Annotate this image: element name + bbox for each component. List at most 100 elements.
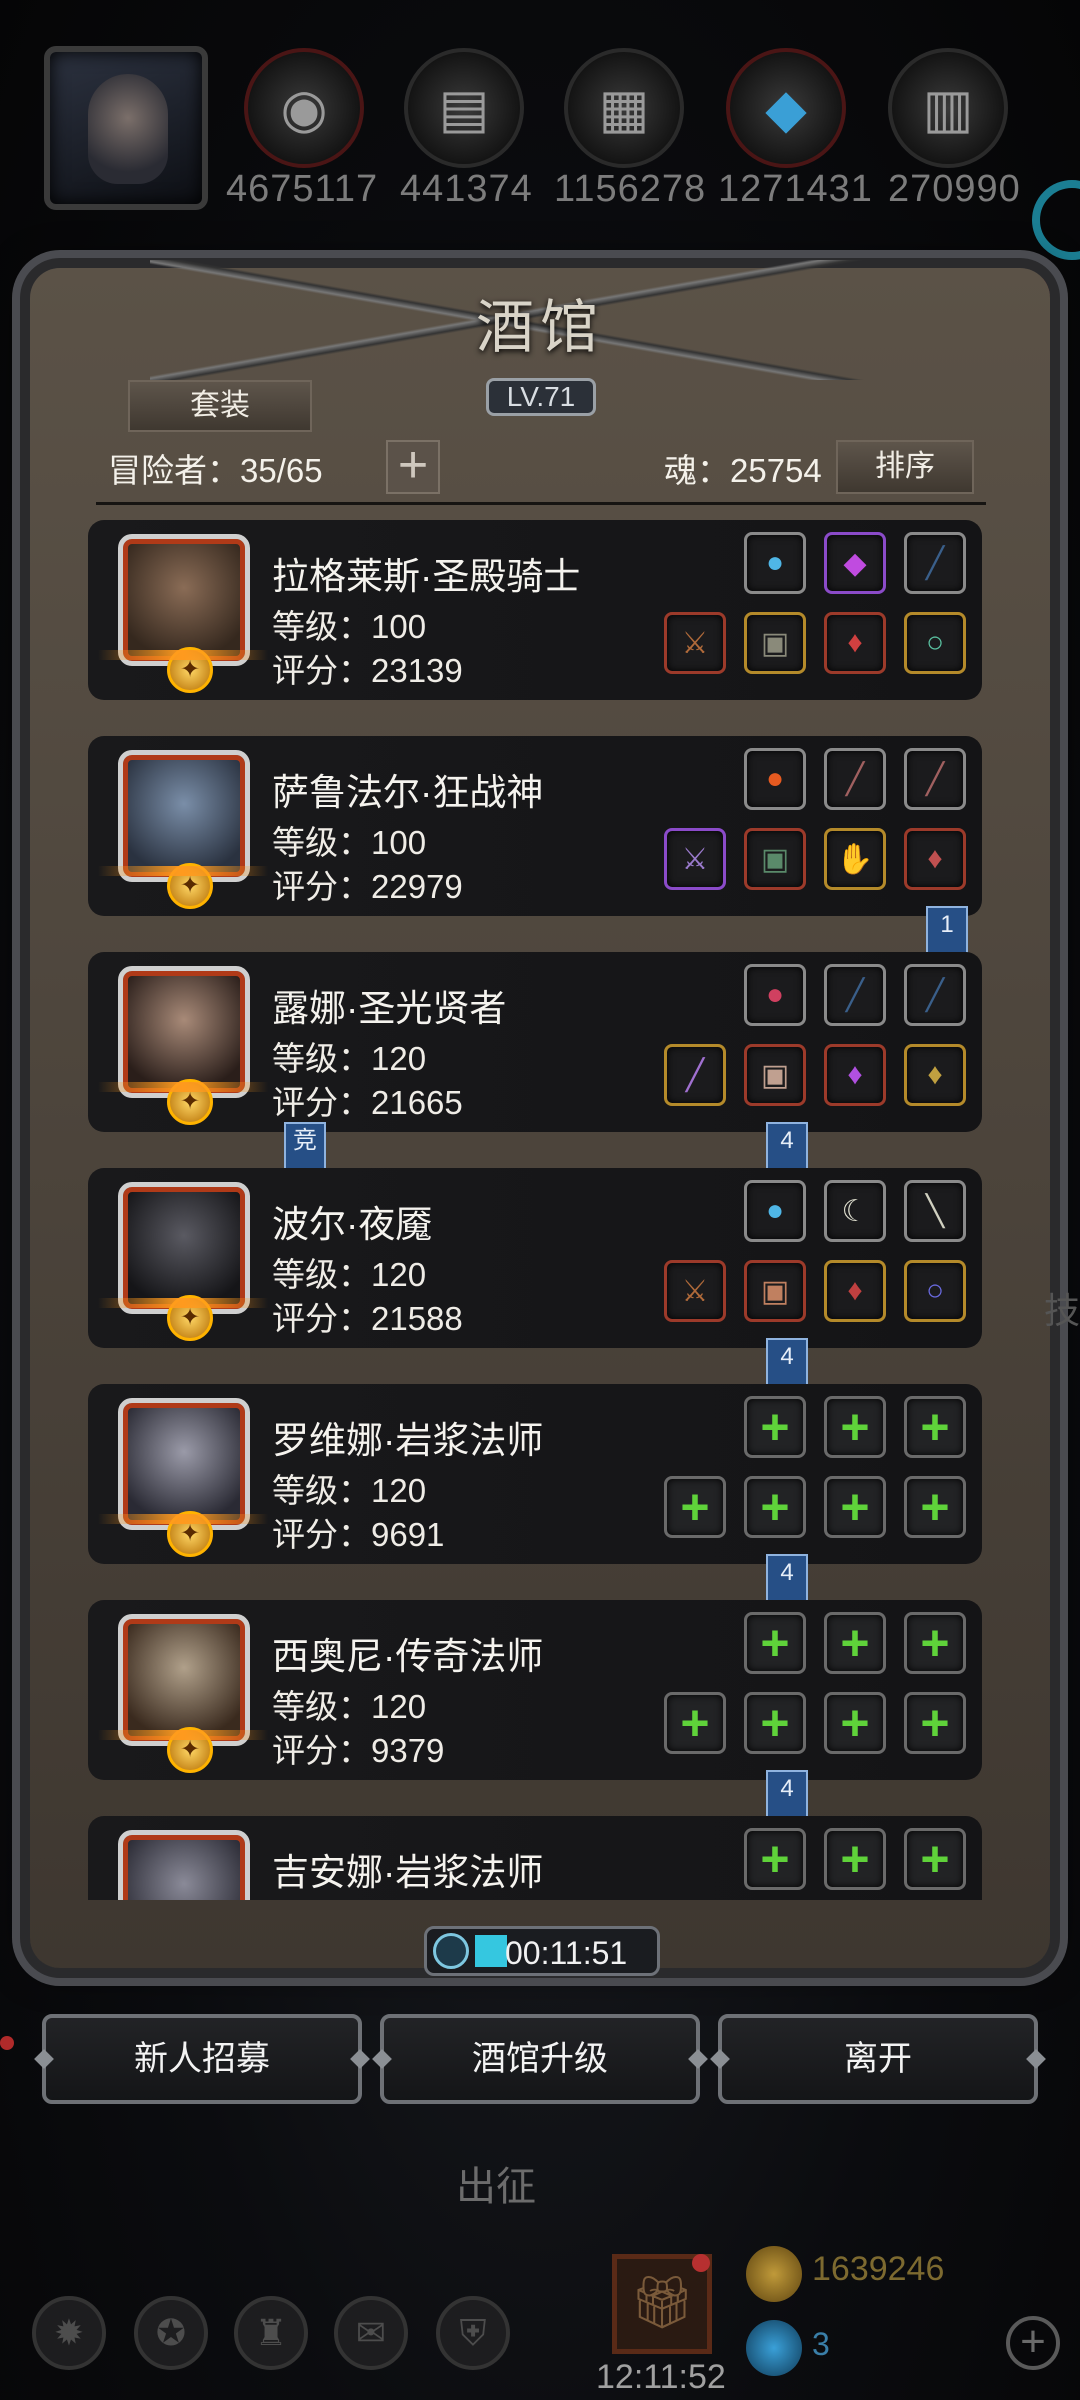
resource-steel[interactable]: ▥ <box>888 48 1008 168</box>
blade-icon[interactable]: ╱ <box>904 964 966 1026</box>
suit-button[interactable]: 套装 <box>128 380 312 432</box>
weapon-icon[interactable]: ⚔ <box>664 612 726 674</box>
hero-avatar[interactable]: ✦ <box>118 1614 250 1773</box>
gem-icon[interactable]: ◆ <box>824 532 886 594</box>
resource-iron[interactable]: ▦ <box>564 48 684 168</box>
add-equip-icon[interactable]: + <box>824 1692 886 1754</box>
spear-icon[interactable]: ⚔ <box>664 1260 726 1322</box>
hero-name: 西奥尼·传奇法师 <box>272 1636 544 1677</box>
star-icon[interactable]: ✪ <box>134 2296 208 2370</box>
heart-orb-icon[interactable]: ● <box>744 964 806 1026</box>
add-equip-icon[interactable]: + <box>824 1612 886 1674</box>
add-equip-icon[interactable]: + <box>744 1396 806 1458</box>
clock-icon <box>433 1933 469 1969</box>
notification-dot <box>692 2254 710 2272</box>
hero-card[interactable]: ✦ 西奥尼·传奇法师 等级：120 评分：9379 + + + + + + + <box>88 1600 982 1780</box>
hero-avatar[interactable]: ✦ <box>118 1398 250 1557</box>
add-equip-icon[interactable]: + <box>824 1828 886 1890</box>
hero-name: 拉格莱斯·圣殿骑士 <box>272 556 581 597</box>
side-text: 技 <box>1044 1290 1080 1331</box>
dagger-icon[interactable]: ╲ <box>904 1180 966 1242</box>
hero-list[interactable]: ✦ 拉格莱斯·圣殿骑士 等级：100 评分：23139 ● ◆ ╱ ⚔ ▣ ♦ … <box>88 520 982 1900</box>
amulet-icon[interactable]: ♦ <box>824 1260 886 1322</box>
blade-icon[interactable]: ╱ <box>904 748 966 810</box>
pendant-icon[interactable]: ♦ <box>904 1044 966 1106</box>
hero-card[interactable]: ✦ 拉格莱斯·圣殿骑士 等级：100 评分：23139 ● ◆ ╱ ⚔ ▣ ♦ … <box>88 520 982 700</box>
armor-icon[interactable]: ▣ <box>744 1260 806 1322</box>
amulet-icon[interactable]: ♦ <box>824 612 886 674</box>
divider <box>96 502 986 505</box>
blade-icon[interactable]: ╱ <box>824 748 886 810</box>
plus-icon: + <box>397 436 429 494</box>
fire-orb-icon[interactable]: ● <box>744 748 806 810</box>
hero-card[interactable]: ✦ 波尔·夜魇 等级：120 评分：21588 ● ☾ ╲ ⚔ ▣ ♦ ○ <box>88 1168 982 1348</box>
add-slot-button[interactable]: + <box>386 439 440 494</box>
hero-card[interactable]: ✦ 露娜·圣光贤者 等级：120 评分：21665 ● ╱ ╱ ╱ ▣ ♦ ♦ <box>88 952 982 1132</box>
rank-wing <box>98 1298 268 1308</box>
wood-icon: ▤ <box>438 78 490 139</box>
orb-icon[interactable]: ● <box>744 532 806 594</box>
resource-wood[interactable]: ▤ <box>404 48 524 168</box>
orb-icon[interactable]: ● <box>744 1180 806 1242</box>
add-equip-icon[interactable]: + <box>904 1396 966 1458</box>
hero-level: 等级：100 <box>272 824 427 861</box>
leave-button[interactable]: 离开 <box>718 2014 1038 2104</box>
rank-wing <box>98 1730 268 1740</box>
add-equip-icon[interactable]: + <box>904 1476 966 1538</box>
hero-avatar[interactable] <box>118 1830 250 1900</box>
player-portrait[interactable] <box>44 46 208 210</box>
hero-score: 评分：23139 <box>272 652 463 689</box>
crescent-icon[interactable]: ☾ <box>824 1180 886 1242</box>
hero-card[interactable]: ✦ 罗维娜·岩浆法师 等级：120 评分：9691 + + + + + + + <box>88 1384 982 1564</box>
steel-icon: ▥ <box>922 78 974 139</box>
player-face <box>88 74 168 184</box>
add-equip-icon[interactable]: + <box>744 1692 806 1754</box>
gem-icon <box>746 2320 802 2376</box>
armor-icon[interactable]: ▣ <box>744 828 806 890</box>
hero-level: 等级：120 <box>272 1472 427 1509</box>
shield-icon[interactable]: ⛨ <box>436 2296 510 2370</box>
add-equip-icon[interactable]: + <box>824 1476 886 1538</box>
hero-avatar[interactable]: ✦ <box>118 966 250 1125</box>
hero-avatar[interactable]: ✦ <box>118 1182 250 1341</box>
robe-icon[interactable]: ▣ <box>744 1044 806 1106</box>
gauntlet-icon[interactable]: ✋ <box>824 828 886 890</box>
add-equip-icon[interactable]: + <box>744 1612 806 1674</box>
tower-icon[interactable]: ♜ <box>234 2296 308 2370</box>
amulet-icon[interactable]: ♦ <box>824 1044 886 1106</box>
sort-button[interactable]: 排序 <box>836 440 974 494</box>
add-equip-icon[interactable]: + <box>904 1828 966 1890</box>
add-equip-icon[interactable]: + <box>744 1476 806 1538</box>
hero-card[interactable]: 吉安娜·岩浆法师 + + + <box>88 1816 982 1900</box>
mail-icon[interactable]: ✉ <box>334 2296 408 2370</box>
blade-icon[interactable]: ╱ <box>904 532 966 594</box>
refresh-timer: 00:11:51 <box>424 1926 660 1976</box>
armor-icon[interactable]: ▣ <box>744 612 806 674</box>
add-equip-icon[interactable]: + <box>824 1396 886 1458</box>
add-currency-icon[interactable]: + <box>1006 2316 1060 2370</box>
hero-name: 波尔·夜魇 <box>272 1204 433 1245</box>
hero-card[interactable]: ✦ 萨鲁法尔·狂战神 等级：100 评分：22979 ● ╱ ╱ ⚔ ▣ ✋ ♦ <box>88 736 982 916</box>
upgrade-tavern-button[interactable]: 酒馆升级 <box>380 2014 700 2104</box>
settings-icon[interactable]: ✹ <box>32 2296 106 2370</box>
staff-icon[interactable]: ╱ <box>664 1044 726 1106</box>
ring-icon[interactable]: ○ <box>904 1260 966 1322</box>
rank-wing <box>98 866 268 876</box>
axe-icon[interactable]: ⚔ <box>664 828 726 890</box>
add-equip-icon[interactable]: + <box>904 1692 966 1754</box>
hero-name: 露娜·圣光贤者 <box>272 988 507 1029</box>
hero-avatar[interactable]: ✦ <box>118 750 250 909</box>
add-equip-icon[interactable]: + <box>904 1612 966 1674</box>
add-equip-icon[interactable]: + <box>664 1476 726 1538</box>
add-equip-icon[interactable]: + <box>744 1828 806 1890</box>
add-equip-icon[interactable]: + <box>664 1692 726 1754</box>
resource-crystal[interactable]: ◆ <box>726 48 846 168</box>
ring-icon[interactable]: ○ <box>904 612 966 674</box>
hero-score: 评分：22979 <box>272 868 463 905</box>
hero-avatar[interactable]: ✦ <box>118 534 250 693</box>
resource-ore[interactable]: ◉ <box>244 48 364 168</box>
amulet-icon[interactable]: ♦ <box>904 828 966 890</box>
crystal-icon: ◆ <box>765 78 807 139</box>
recruit-button[interactable]: 新人招募 <box>42 2014 362 2104</box>
blade-icon[interactable]: ╱ <box>824 964 886 1026</box>
